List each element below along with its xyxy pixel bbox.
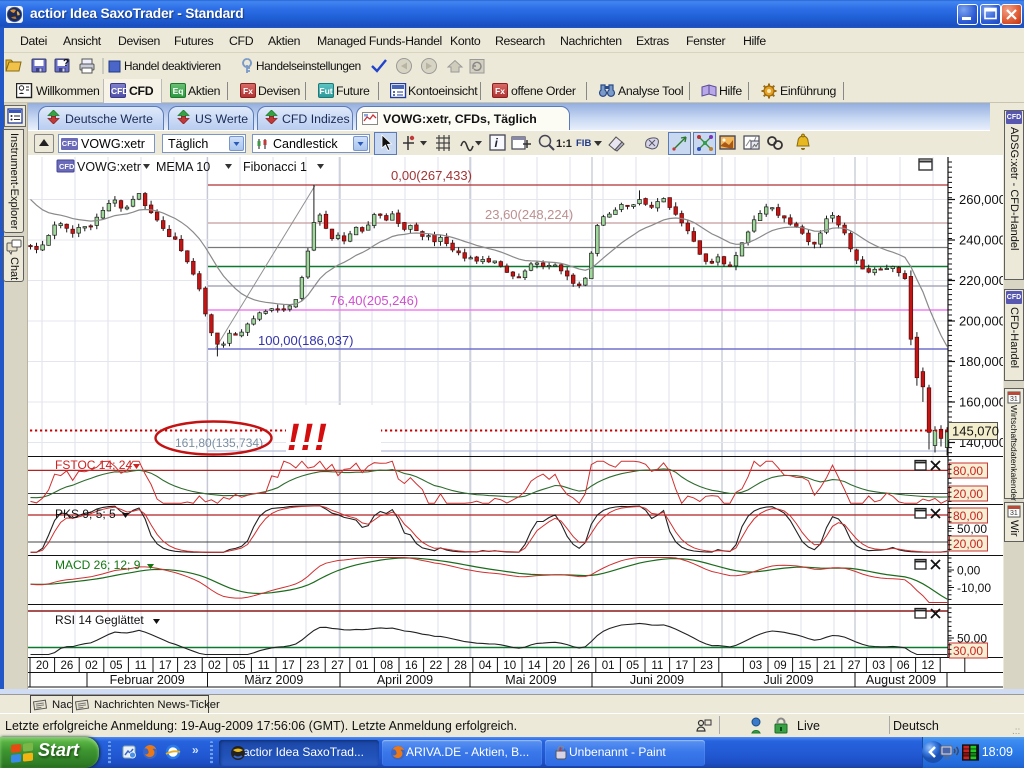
svg-text:11: 11 xyxy=(258,660,270,672)
svg-text:50,00: 50,00 xyxy=(957,522,987,536)
svg-text:20,00: 20,00 xyxy=(953,537,983,551)
svg-text:Juli 2009: Juli 2009 xyxy=(763,673,813,687)
svg-text:Mai 2009: Mai 2009 xyxy=(505,673,556,687)
svg-text:08: 08 xyxy=(380,660,393,672)
svg-text:06: 06 xyxy=(897,660,910,672)
svg-text:180,000: 180,000 xyxy=(959,354,1003,369)
svg-text:RSI 14 Geglättet: RSI 14 Geglättet xyxy=(55,613,144,627)
svg-text:100,00(186,037): 100,00(186,037) xyxy=(258,333,353,348)
svg-text:MACD 26; 12; 9: MACD 26; 12; 9 xyxy=(55,558,141,572)
svg-text:31: 31 xyxy=(1010,510,1018,517)
svg-text:?: ? xyxy=(63,58,69,69)
svg-text:30,00: 30,00 xyxy=(953,644,983,658)
svg-text:17: 17 xyxy=(159,660,172,672)
svg-text:26: 26 xyxy=(577,660,590,672)
svg-text:10: 10 xyxy=(503,660,516,672)
svg-text:20: 20 xyxy=(553,660,566,672)
svg-text:!!!: !!! xyxy=(287,417,328,459)
svg-text:März 2009: März 2009 xyxy=(244,673,303,687)
svg-text:FSTOC 14; 24: FSTOC 14; 24 xyxy=(55,458,132,472)
svg-text:80,00: 80,00 xyxy=(953,464,983,478)
svg-text:20: 20 xyxy=(36,660,49,672)
svg-text:200,000: 200,000 xyxy=(959,314,1003,329)
svg-text:April 2009: April 2009 xyxy=(377,673,433,687)
svg-text:03: 03 xyxy=(872,660,885,672)
svg-text:16: 16 xyxy=(405,660,418,672)
svg-text:17: 17 xyxy=(676,660,689,672)
svg-text:03: 03 xyxy=(749,660,762,672)
svg-text:21: 21 xyxy=(823,660,836,672)
svg-text:Februar 2009: Februar 2009 xyxy=(110,673,185,687)
svg-text:27: 27 xyxy=(331,660,344,672)
svg-text:0,00(267,433): 0,00(267,433) xyxy=(391,168,472,183)
svg-text:17: 17 xyxy=(282,660,295,672)
svg-text:CFD: CFD xyxy=(59,162,75,171)
svg-text:11: 11 xyxy=(135,660,147,672)
svg-text:-10,00: -10,00 xyxy=(957,581,991,595)
svg-text:160,000: 160,000 xyxy=(959,395,1003,410)
svg-text:1:1: 1:1 xyxy=(556,138,572,150)
svg-text:23: 23 xyxy=(700,660,713,672)
svg-text:23: 23 xyxy=(184,660,197,672)
svg-text:PKS 9; 5; 5: PKS 9; 5; 5 xyxy=(55,507,116,521)
svg-text:05: 05 xyxy=(626,660,639,672)
svg-text:05: 05 xyxy=(110,660,123,672)
svg-text:28: 28 xyxy=(454,660,467,672)
svg-text:240,000: 240,000 xyxy=(959,233,1003,248)
svg-text:31: 31 xyxy=(1010,396,1018,403)
svg-text:26: 26 xyxy=(61,660,74,672)
svg-text:80,00: 80,00 xyxy=(953,509,983,523)
svg-text:14: 14 xyxy=(528,660,541,672)
svg-text:FIB: FIB xyxy=(576,138,591,149)
svg-text:02: 02 xyxy=(85,660,98,672)
svg-text:0,00: 0,00 xyxy=(957,564,981,578)
svg-text:220,000: 220,000 xyxy=(959,273,1003,288)
svg-text:23,60(248,224): 23,60(248,224) xyxy=(485,207,573,222)
svg-text:23: 23 xyxy=(307,660,320,672)
svg-text:27: 27 xyxy=(848,660,861,672)
svg-text:04: 04 xyxy=(479,660,492,672)
svg-text:145,070: 145,070 xyxy=(952,424,999,439)
svg-text:12: 12 xyxy=(922,660,935,672)
svg-text:August 2009: August 2009 xyxy=(866,673,936,687)
svg-text:15: 15 xyxy=(799,660,812,672)
svg-text:260,000: 260,000 xyxy=(959,192,1003,207)
svg-text:22: 22 xyxy=(430,660,443,672)
svg-text:20,00: 20,00 xyxy=(953,487,983,501)
svg-text:11: 11 xyxy=(651,660,663,672)
svg-text:05: 05 xyxy=(233,660,246,672)
svg-text:161,80(135,734): 161,80(135,734) xyxy=(175,436,263,450)
svg-text:76,40(205,246): 76,40(205,246) xyxy=(330,293,418,308)
svg-text:MEMA 10: MEMA 10 xyxy=(156,160,210,174)
svg-text:01: 01 xyxy=(602,660,615,672)
svg-text:Juni 2009: Juni 2009 xyxy=(630,673,684,687)
svg-text:Fibonacci 1: Fibonacci 1 xyxy=(243,160,307,174)
svg-text:02: 02 xyxy=(208,660,221,672)
svg-text:01: 01 xyxy=(356,660,369,672)
svg-text:09: 09 xyxy=(774,660,787,672)
svg-text:VOWG:xetr: VOWG:xetr xyxy=(77,160,141,174)
